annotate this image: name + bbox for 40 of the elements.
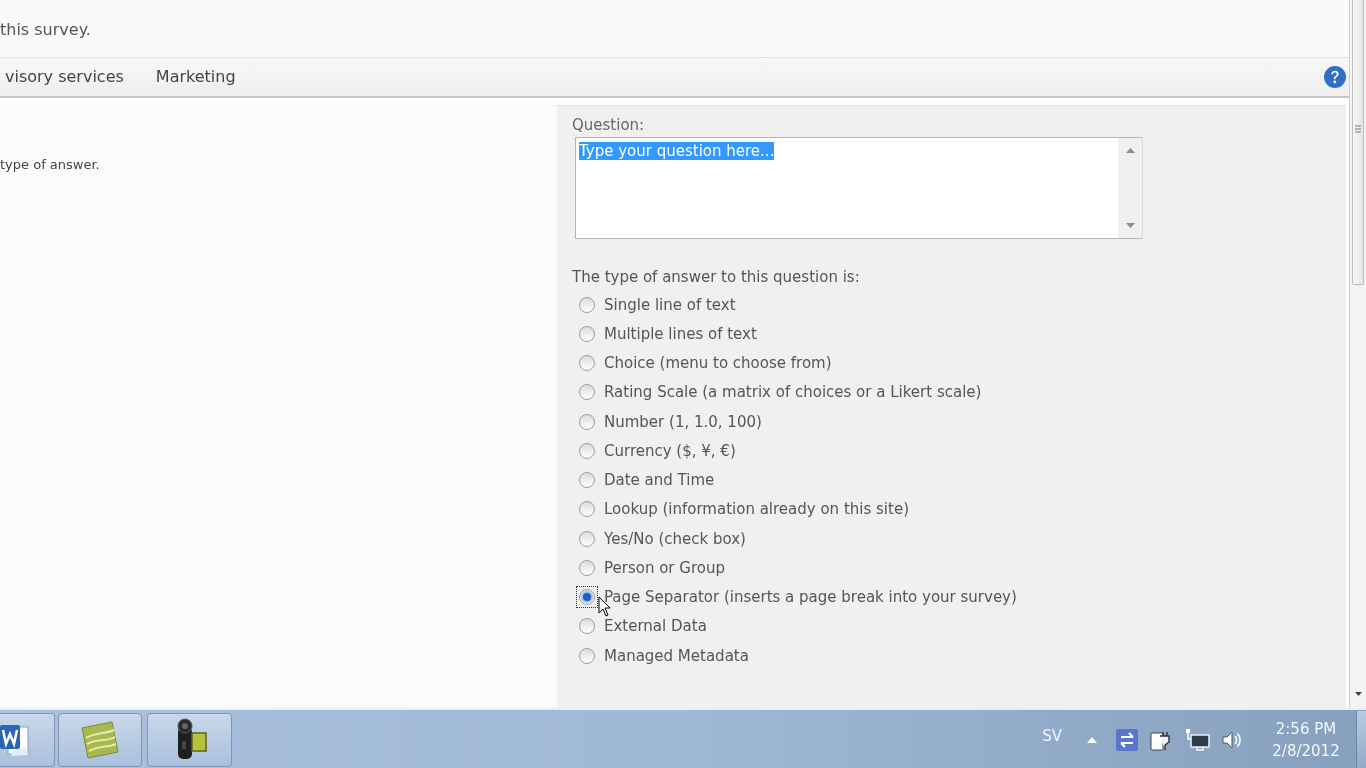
clock-time[interactable]: 2:56 PM bbox=[1275, 718, 1337, 740]
document-icon bbox=[0, 723, 30, 757]
taskbar-app-button[interactable] bbox=[0, 713, 55, 767]
option-label: Person or Group bbox=[604, 558, 725, 577]
option-label: External Data bbox=[604, 617, 707, 636]
sticky-note-icon bbox=[78, 720, 122, 760]
nav-link[interactable]: visory services bbox=[5, 67, 124, 87]
show-desktop-button[interactable] bbox=[1356, 711, 1366, 768]
question-field[interactable]: Type your question here... bbox=[575, 137, 1143, 239]
section-description: type of answer. bbox=[0, 157, 100, 172]
option-label: Currency ($, ¥, €) bbox=[604, 441, 736, 460]
option-label: Managed Metadata bbox=[604, 646, 749, 665]
page-description: this survey. bbox=[0, 20, 91, 39]
gripper-icon bbox=[1355, 125, 1361, 133]
question-text: Type your question here... bbox=[579, 142, 775, 160]
question-label: Question: bbox=[572, 116, 646, 134]
scroll-up-icon[interactable] bbox=[1125, 148, 1135, 153]
speaker-icon[interactable] bbox=[1222, 730, 1242, 750]
scrollbar[interactable] bbox=[1350, 0, 1366, 708]
option-label: Choice (menu to choose from) bbox=[604, 354, 832, 373]
input-language-indicator[interactable]: SV bbox=[1042, 727, 1062, 745]
option-label: Multiple lines of text bbox=[604, 324, 757, 343]
option-label: Lookup (information already on this site) bbox=[604, 500, 909, 519]
option-label: Page Separator (inserts a page break into your survey) bbox=[604, 588, 1017, 607]
help-icon[interactable] bbox=[1324, 66, 1346, 88]
clock-date[interactable]: 2/8/2012 bbox=[1272, 740, 1340, 762]
answer-type-label: The type of answer to this question is: bbox=[572, 268, 861, 286]
option-label: Yes/No (check box) bbox=[604, 529, 746, 548]
taskbar-app-button[interactable] bbox=[147, 713, 232, 767]
option-label: Date and Time bbox=[604, 471, 715, 490]
option-label: Rating Scale (a matrix of choices or a Likert scale) bbox=[604, 383, 982, 402]
power-plug-icon[interactable] bbox=[1150, 729, 1172, 751]
sync-arrows-icon[interactable] bbox=[1116, 729, 1138, 751]
nav-link[interactable]: Marketing bbox=[155, 67, 236, 87]
network-icon[interactable] bbox=[1186, 729, 1210, 751]
radio-button[interactable] bbox=[576, 586, 598, 609]
scroll-down-icon[interactable] bbox=[1354, 692, 1362, 696]
caret-up-icon[interactable] bbox=[1087, 737, 1097, 743]
option-label: Number (1, 1.0, 100) bbox=[604, 412, 762, 431]
option-label: Single line of text bbox=[604, 295, 736, 314]
